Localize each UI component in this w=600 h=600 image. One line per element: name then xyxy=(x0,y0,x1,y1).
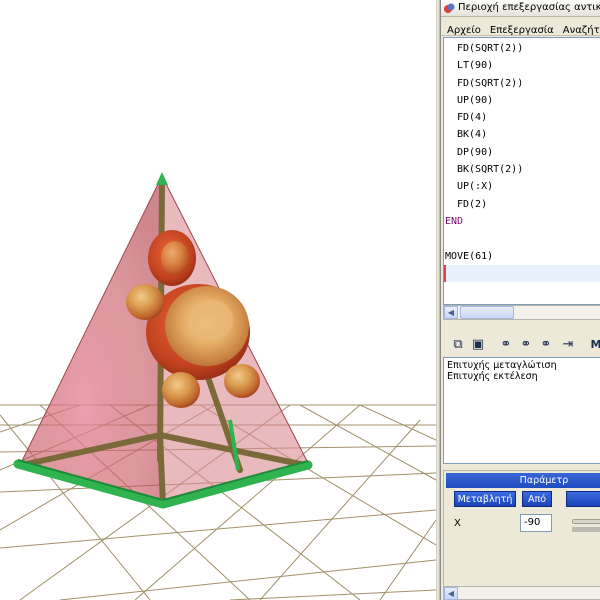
scene-canvas xyxy=(0,172,436,600)
3d-viewport[interactable] xyxy=(0,0,436,600)
code-line[interactable]: LT(90) xyxy=(444,57,600,74)
code-line[interactable] xyxy=(444,230,600,247)
editor-scroll-thumb[interactable] xyxy=(460,306,514,319)
code-line[interactable]: BK(4) xyxy=(444,126,600,143)
menu-edit[interactable]: Επεξεργασία xyxy=(490,25,554,35)
object-editor-panel: Περιοχή επεξεργασίας αντικειμένω Αρχείο Ε… xyxy=(440,0,600,600)
more-icon[interactable]: M xyxy=(587,336,600,354)
code-line[interactable]: MOVE(61) xyxy=(444,248,600,265)
param-variable-name: X xyxy=(454,518,461,529)
app-icon xyxy=(444,3,455,13)
menu-bar: Αρχείο Επεξεργασία Αναζήτηση xyxy=(441,18,600,36)
column-variable: Μεταβλητή xyxy=(454,491,516,507)
scroll-left-icon[interactable]: ◀ xyxy=(444,587,458,600)
output-message: Επιτυχής μεταγλώτιση xyxy=(447,360,557,371)
find-next-icon[interactable]: ⚭ xyxy=(537,336,555,354)
binoculars-icon[interactable]: ⚭ xyxy=(497,336,515,354)
editor-horizontal-scrollbar[interactable]: ◀ xyxy=(443,305,600,320)
code-line[interactable]: UP(90) xyxy=(444,92,600,109)
code-line[interactable]: UP(:X) xyxy=(444,178,600,195)
params-horizontal-scrollbar[interactable]: ◀ xyxy=(443,586,600,600)
parameters-header: Παράμετρ xyxy=(446,473,600,488)
menu-file[interactable]: Αρχείο xyxy=(447,25,481,35)
param-from-input[interactable]: -90 xyxy=(520,514,552,532)
insert-icon[interactable]: ⇥ xyxy=(559,336,577,354)
param-slider[interactable] xyxy=(572,519,600,524)
window-titlebar: Περιοχή επεξεργασίας αντικειμένω xyxy=(441,0,600,17)
apex-marker xyxy=(156,172,168,185)
code-line[interactable]: FD(2) xyxy=(444,196,600,213)
code-line[interactable]: BK(SQRT(2)) xyxy=(444,161,600,178)
code-line[interactable]: FD(SQRT(2)) xyxy=(444,40,600,57)
param-slider-rail xyxy=(572,527,600,532)
code-line[interactable]: FD(4) xyxy=(444,109,600,126)
output-console: Επιτυχής μεταγλώτιση Επιτυχής εκτέλεση xyxy=(443,357,600,464)
scroll-left-icon[interactable]: ◀ xyxy=(444,306,458,319)
menu-search[interactable]: Αναζήτηση xyxy=(563,25,600,35)
code-editor[interactable]: FD(SQRT(2)) LT(90) FD(SQRT(2)) UP(90) FD(4) B… xyxy=(443,37,600,305)
code-line[interactable]: FD(SQRT(2)) xyxy=(444,75,600,92)
code-line[interactable]: DP(90) xyxy=(444,144,600,161)
column-from: Από xyxy=(522,491,552,507)
parameters-panel: Παράμετρ Μεταβλητή Από X -90 xyxy=(443,470,600,588)
column-extra xyxy=(566,491,600,507)
copy-icon[interactable]: ⧉ xyxy=(449,336,467,354)
find-previous-icon[interactable]: ⚭ xyxy=(517,336,535,354)
window-title: Περιοχή επεξεργασίας αντικειμένω xyxy=(458,2,600,13)
code-line[interactable]: END xyxy=(444,213,600,230)
pyramid-face-left xyxy=(20,176,163,505)
editor-current-line[interactable] xyxy=(444,264,600,283)
save-icon[interactable]: ▣ xyxy=(469,336,487,354)
editor-toolbar: ⧉ ▣ ⚭ ⚭ ⚭ ⇥ M xyxy=(443,333,600,358)
output-message: Επιτυχής εκτέλεση xyxy=(447,371,538,382)
code-lines: FD(SQRT(2)) LT(90) FD(SQRT(2)) UP(90) FD(4) B… xyxy=(444,40,600,283)
